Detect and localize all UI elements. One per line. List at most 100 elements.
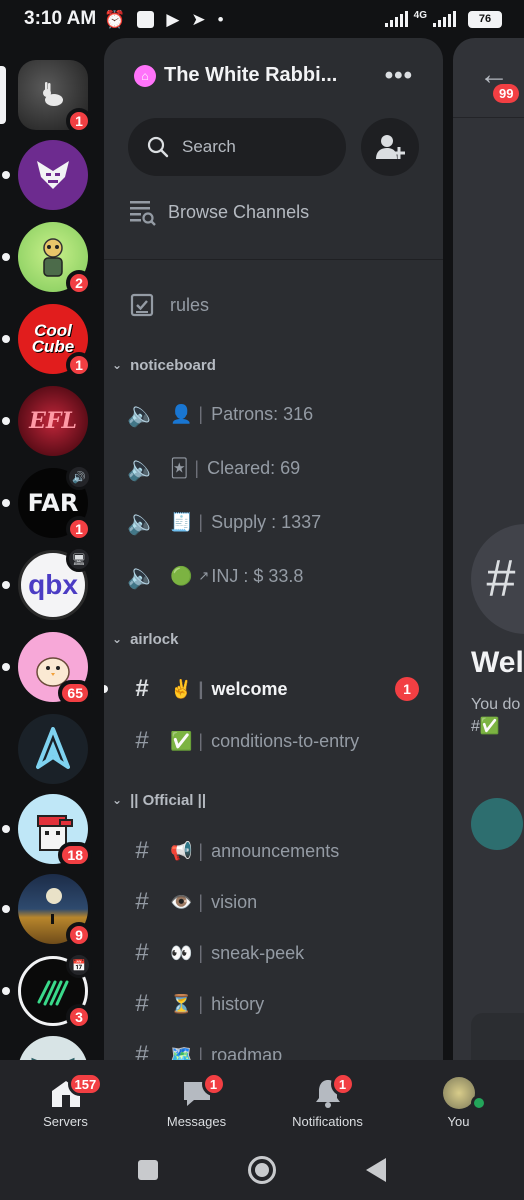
tab-badge: 157 bbox=[67, 1072, 104, 1096]
channel-emoji: 🗺️ bbox=[170, 1044, 193, 1061]
tab-you[interactable]: You bbox=[393, 1060, 524, 1140]
unread-indicator bbox=[104, 685, 108, 693]
home-button[interactable] bbox=[248, 1156, 276, 1184]
separator: | bbox=[198, 730, 204, 751]
channel-emoji: ✅ bbox=[170, 730, 193, 751]
locked-hash-icon: # bbox=[135, 939, 149, 966]
tab-messages[interactable]: 1 Messages bbox=[131, 1060, 262, 1140]
browse-list-icon bbox=[130, 201, 156, 226]
more-options-button[interactable]: ••• bbox=[385, 62, 413, 90]
invite-button[interactable] bbox=[361, 118, 419, 176]
unread-indicator bbox=[2, 171, 10, 179]
category-label: noticeboard bbox=[130, 356, 216, 374]
chat-preview-panel[interactable]: ← 99 # Welc You do #✅ bbox=[453, 38, 524, 1060]
channel-label: history bbox=[211, 993, 265, 1014]
tab-servers[interactable]: 157 Servers bbox=[0, 1060, 131, 1140]
telegram-icon: ➤ bbox=[191, 9, 206, 29]
channel-cleared[interactable]: 🔈 🃏 | Cleared: 69 bbox=[104, 445, 443, 491]
chevron-down-icon: ⌄ bbox=[112, 793, 123, 807]
alarm-icon: ⏰ bbox=[104, 9, 126, 29]
server-icon bbox=[18, 1036, 88, 1060]
server-header: ⌂ The White Rabbi... ••• Browse Channels bbox=[104, 38, 443, 260]
server-icon: EFL bbox=[18, 386, 88, 456]
channel-welcome[interactable]: # ✌️ | welcome 1 bbox=[104, 666, 443, 712]
search-input[interactable] bbox=[182, 137, 332, 157]
server-rail[interactable]: 1 2 Cool Cube 1 EFL FAR 🔊 1 qbx 🖥 65 18 … bbox=[0, 38, 104, 1060]
category-official[interactable]: ⌄ || Official || bbox=[112, 785, 206, 815]
server-penguin[interactable]: 18 bbox=[2, 794, 92, 868]
channel-label: announcements bbox=[211, 840, 340, 861]
server-landscape[interactable]: 9 bbox=[2, 874, 92, 948]
tab-label: Messages bbox=[166, 1114, 227, 1129]
channel-roadmap[interactable]: # 🗺️ | roadmap bbox=[104, 1032, 443, 1060]
tab-notifications[interactable]: 1 Notifications bbox=[262, 1060, 393, 1140]
channel-vision[interactable]: # 👁️ | vision bbox=[104, 879, 443, 925]
category-airlock[interactable]: ⌄ airlock bbox=[112, 624, 178, 654]
network-type: 4G bbox=[413, 9, 427, 21]
server-samurai[interactable] bbox=[2, 140, 88, 210]
channel-label: Patrons: 316 bbox=[211, 403, 314, 424]
browse-channels-button[interactable]: Browse Channels bbox=[128, 198, 309, 226]
server-icon bbox=[18, 140, 88, 210]
message-avatar[interactable] bbox=[471, 798, 523, 850]
server-logo-text: EFL bbox=[29, 408, 77, 434]
server-arrow-logo[interactable] bbox=[18, 714, 88, 784]
signal-icon bbox=[384, 11, 408, 27]
back-button[interactable] bbox=[366, 1158, 386, 1182]
server-badge: 65 bbox=[58, 680, 92, 706]
avatar bbox=[442, 1077, 487, 1111]
server-efl[interactable]: EFL bbox=[2, 386, 88, 456]
channel-inj[interactable]: 🔈 🟢 ↗ INJ : $ 33.8 bbox=[104, 553, 443, 599]
channel-history[interactable]: # ⏳ | history bbox=[104, 981, 443, 1027]
server-partial[interactable] bbox=[18, 1036, 88, 1060]
channel-emoji: ⏳ bbox=[170, 993, 193, 1014]
category-label: airlock bbox=[130, 630, 179, 648]
server-icon bbox=[18, 714, 88, 784]
channel-patrons[interactable]: 🔈 👤 | Patrons: 316 bbox=[104, 391, 443, 437]
chevron-down-icon: ⌄ bbox=[112, 632, 123, 646]
locked-voice-icon: 🔈 bbox=[127, 454, 157, 482]
tab-badge: 1 bbox=[201, 1072, 226, 1096]
notification-app-icon bbox=[137, 10, 155, 28]
channel-announcements[interactable]: # 📢 | announcements bbox=[104, 828, 443, 874]
unread-indicator bbox=[2, 663, 10, 671]
server-goblin-art[interactable]: 2 bbox=[2, 222, 92, 296]
search-bar[interactable] bbox=[128, 118, 346, 176]
hash-icon: # bbox=[135, 675, 149, 702]
play-icon: ▶ bbox=[166, 9, 180, 29]
channel-rules[interactable]: rules bbox=[104, 282, 443, 328]
server-white-rabbit[interactable]: 1 bbox=[0, 60, 92, 134]
welcome-line-1: You do bbox=[471, 696, 521, 713]
bottom-navigation: 157 Servers 1 Messages 1 Notifications Y… bbox=[0, 1060, 524, 1140]
server-pink-bird[interactable]: 65 bbox=[2, 632, 92, 706]
server-logo-text: Cool Cube bbox=[31, 321, 75, 356]
server-cool-cube[interactable]: Cool Cube 1 bbox=[2, 304, 92, 378]
category-noticeboard[interactable]: ⌄ noticeboard bbox=[112, 350, 216, 380]
channel-panel: ⌂ The White Rabbi... ••• Browse Channels… bbox=[104, 38, 443, 1060]
hash-icon: # bbox=[135, 727, 149, 754]
tab-label: Notifications bbox=[292, 1114, 363, 1129]
unread-indicator bbox=[2, 581, 10, 589]
server-qbx[interactable]: qbx 🖥 bbox=[2, 546, 92, 620]
server-green-bars[interactable]: 📅 3 bbox=[2, 952, 92, 1030]
channel-label: vision bbox=[211, 891, 258, 912]
sound-bars-icon bbox=[37, 980, 69, 1006]
tab-badge: 1 bbox=[330, 1072, 355, 1096]
channel-label: welcome bbox=[211, 678, 288, 699]
server-far[interactable]: FAR 🔊 1 bbox=[2, 464, 92, 542]
separator: | bbox=[198, 511, 204, 532]
server-badge: 2 bbox=[66, 270, 92, 296]
recents-button[interactable] bbox=[138, 1160, 158, 1180]
channel-supply[interactable]: 🔈 🧾 | Supply : 1337 bbox=[104, 499, 443, 545]
welcome-heading: Welc bbox=[471, 646, 524, 679]
channel-emoji: 🟢 bbox=[170, 565, 193, 586]
system-navigation-bar bbox=[0, 1140, 524, 1200]
channel-conditions[interactable]: # ✅ | conditions-to-entry bbox=[104, 718, 443, 764]
locked-hash-icon: # bbox=[135, 1041, 149, 1060]
server-badge: 18 bbox=[58, 842, 92, 868]
server-title[interactable]: ⌂ The White Rabbi... bbox=[134, 64, 337, 87]
separator: | bbox=[198, 891, 204, 912]
channel-sneak-peek[interactable]: # 👀 | sneak-peek bbox=[104, 930, 443, 976]
channel-label: INJ : $ 33.8 bbox=[211, 565, 304, 586]
channel-emoji: 🧾 bbox=[170, 511, 193, 532]
